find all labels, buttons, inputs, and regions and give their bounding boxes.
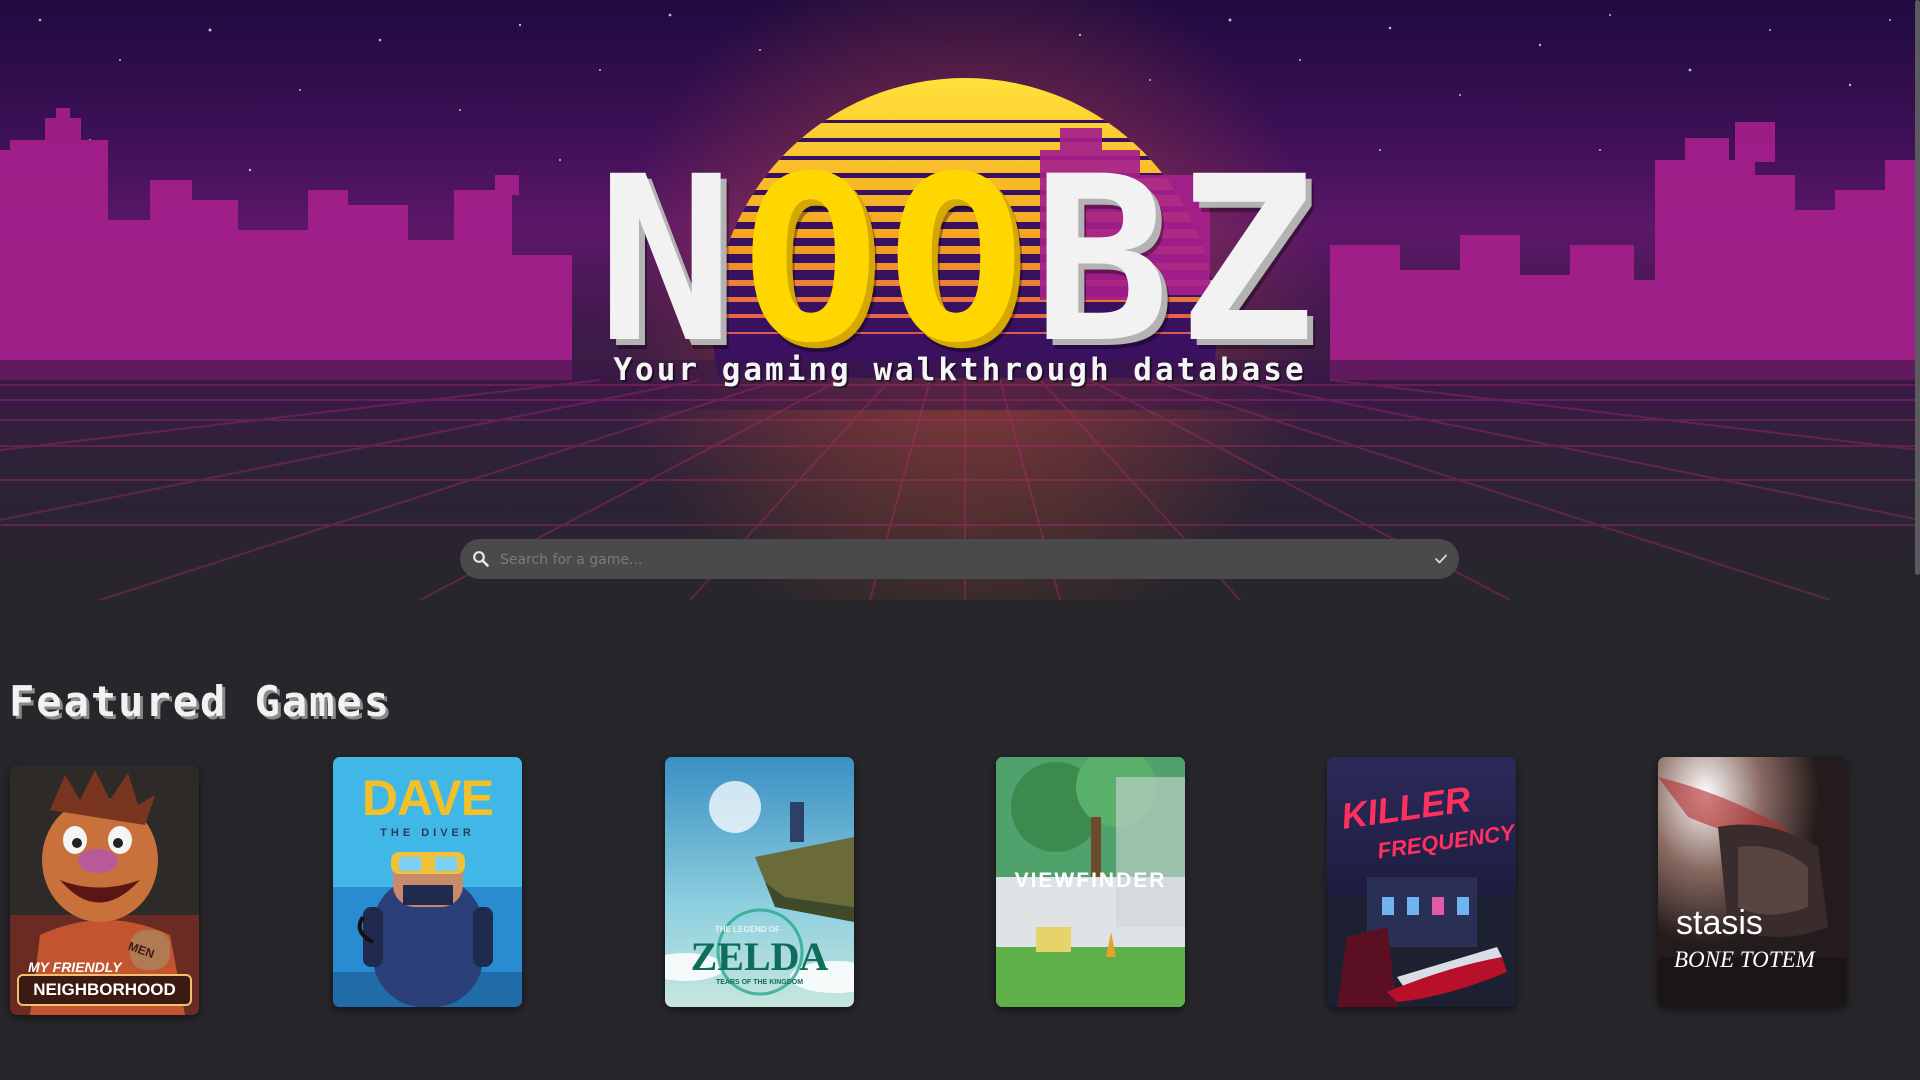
tagline: Your gaming walkthrough database bbox=[613, 352, 1307, 388]
hero-banner: NOOBZ Your gaming walkthrough database bbox=[0, 0, 1920, 600]
game-card-stasis-bone-totem[interactable]: stasis BONE TOTEM bbox=[1658, 757, 1847, 1007]
game-card-my-friendly-neighborhood[interactable]: MEN MY FRIENDLY NEIGHBORHOOD bbox=[10, 765, 199, 1015]
cover-title-line1: stasis bbox=[1676, 904, 1763, 942]
check-icon[interactable] bbox=[1433, 551, 1449, 567]
game-card-dave-the-diver[interactable]: DAVE THE DIVER bbox=[333, 757, 522, 1007]
cover-title-line3: TEARS OF THE KINGDOM bbox=[715, 979, 804, 986]
noobz-logo: NOOBZ bbox=[0, 146, 1920, 374]
game-card-viewfinder[interactable]: VIEWFINDER bbox=[996, 757, 1185, 1007]
cover-title-line2: ZELDA bbox=[690, 934, 829, 979]
search-input[interactable] bbox=[498, 539, 1402, 581]
game-card-killer-frequency[interactable]: KILLER FREQUENCY bbox=[1327, 757, 1516, 1007]
game-search-bar[interactable] bbox=[460, 539, 1459, 581]
magnifier-icon bbox=[473, 551, 489, 567]
featured-games-heading: Featured Games bbox=[9, 677, 392, 726]
cover-title-line1: MY FRIENDLY bbox=[28, 959, 122, 975]
cover-title-line2: THE DIVER bbox=[380, 827, 475, 839]
cover-title-line1: DAVE bbox=[361, 770, 494, 826]
cover-title-line2: NEIGHBORHOOD bbox=[33, 980, 176, 999]
game-card-zelda-tears-of-the-kingdom[interactable]: THE LEGEND OF ZELDA TEARS OF THE KINGDOM bbox=[665, 757, 854, 1007]
cover-title-line2: BONE TOTEM bbox=[1674, 947, 1815, 972]
game-cover-art bbox=[10, 765, 199, 1015]
cover-title-line1: VIEWFINDER bbox=[1014, 869, 1167, 892]
page-scrollbar[interactable] bbox=[1915, 0, 1920, 575]
